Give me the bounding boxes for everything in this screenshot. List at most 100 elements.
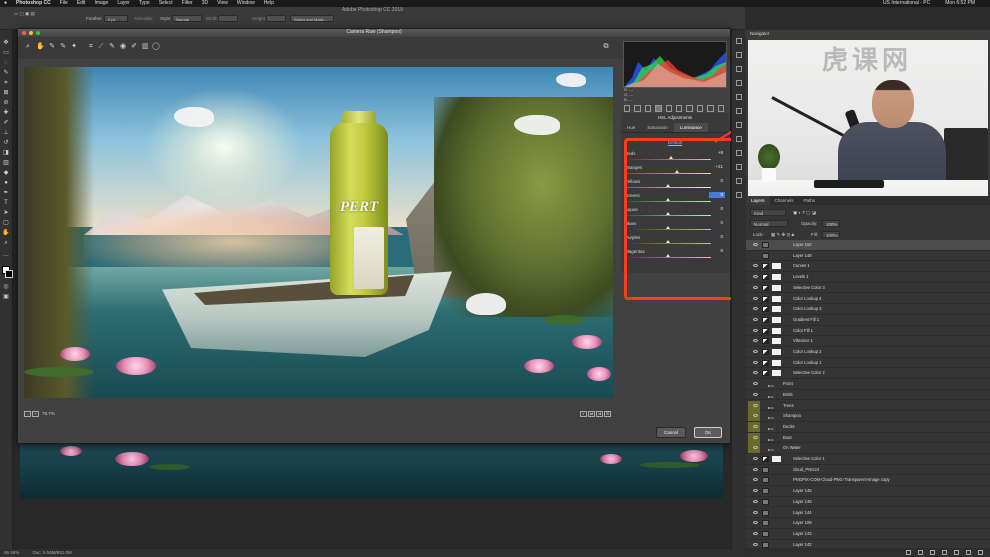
adjustments-icon[interactable] [736,80,742,86]
tab-paths[interactable]: Paths [799,196,821,205]
layer-row[interactable]: Color Lookup 2 [746,347,990,358]
calibration-icon[interactable] [696,105,704,112]
navigator-tab[interactable]: Navigator [746,30,990,38]
layer-row[interactable]: Selective Color 1 [746,454,990,465]
snapshots-icon[interactable] [717,105,725,112]
spot-removal-icon[interactable]: ✎ [109,43,115,50]
crop-icon[interactable]: ⌗ [2,80,10,86]
graduated-filter-icon[interactable]: ▥ [142,43,149,50]
tab-luminance[interactable]: Luminance [673,123,708,132]
layer-row[interactable]: Layer 150 [746,240,990,251]
zoom-out-button[interactable]: - [24,411,31,417]
eye-icon[interactable] [748,251,760,261]
layer-row[interactable]: ▸▭ Trees [746,400,990,412]
eye-icon[interactable] [748,336,760,346]
layer-row[interactable]: Curves 1 [746,261,990,273]
layer-row[interactable]: Layer 143 [746,529,990,540]
pen-icon[interactable]: ✒ [2,190,10,196]
adjustment-layer-icon[interactable] [942,550,947,555]
zoom-level-select[interactable]: 78.7% [42,409,55,419]
zoom-in-button[interactable]: + [32,411,39,417]
brush-icon[interactable]: ✐ [2,120,10,126]
eye-icon[interactable] [748,529,760,539]
tone-curve-icon[interactable] [634,105,641,112]
cancel-button[interactable]: Cancel [656,427,686,438]
zoom-window-button[interactable] [36,31,40,35]
tab-channels[interactable]: Channels [770,196,799,205]
path-select-icon[interactable]: ➤ [2,210,10,216]
actions-icon[interactable] [736,52,742,58]
layer-row[interactable]: Color Lookup 1 [746,358,990,369]
menu-3d[interactable]: 3D [202,0,208,7]
healing-icon[interactable]: ✚ [2,110,10,116]
eyedropper-icon[interactable]: ⊘ [2,100,10,106]
folder-icon[interactable]: ▸▭ [768,445,775,452]
white-balance-icon[interactable]: ✎ [49,43,55,50]
hsl-icon[interactable] [655,105,662,112]
select-and-mask-button[interactable]: Select and Mask... [290,15,334,22]
properties-icon[interactable] [736,66,742,72]
eye-icon[interactable] [748,454,760,464]
layer-filter-icons[interactable]: ▣ ◐ T ▢ ◪ [790,209,838,216]
toggle-preview-icon[interactable]: ☰ [604,411,611,417]
layer-row[interactable]: Layer 109 [746,518,990,529]
tab-hue[interactable]: Hue [621,123,641,132]
eye-icon[interactable] [748,315,760,325]
layer-row[interactable]: ▸▭ Birds [746,390,990,401]
tab-layers[interactable]: Layers [746,196,770,205]
layer-row[interactable]: Color Lookup 4 [746,294,990,305]
eye-icon[interactable] [748,304,760,314]
eye-icon[interactable] [748,486,760,496]
style-select[interactable]: Normal [172,15,202,22]
red-eye-icon[interactable]: ◉ [120,43,126,50]
status-zoom[interactable]: 66.66% [4,550,19,555]
menu-file[interactable]: File [60,0,68,7]
radial-filter-icon[interactable]: ◯ [152,43,160,50]
eye-icon[interactable] [748,465,760,475]
hand-tool-icon[interactable]: ✋ [36,43,45,50]
layer-row[interactable]: ▸▭ Front [746,379,990,390]
swatches-icon[interactable] [736,178,742,184]
eye-icon[interactable] [748,326,760,336]
eye-icon[interactable] [748,497,760,507]
blend-mode-select[interactable]: Normal [750,220,788,227]
fill-field[interactable]: 100% [822,231,840,238]
eye-icon[interactable] [748,261,760,271]
quick-select-icon[interactable]: ✎ [2,70,10,76]
menu-window[interactable]: Window [237,0,255,7]
feather-field[interactable]: 0 px [104,15,128,22]
paragraph-icon[interactable] [736,150,742,156]
trash-icon[interactable] [978,550,983,555]
menu-help[interactable]: Help [264,0,274,7]
width-field[interactable] [218,15,238,22]
eye-icon[interactable] [748,347,760,357]
targeted-adjust-icon[interactable]: ✦ [71,43,77,50]
brush-settings-icon[interactable] [736,94,742,100]
clone-source-icon[interactable] [736,122,742,128]
eraser-icon[interactable]: ◨ [2,150,10,156]
zoom-icon[interactable]: ⌕ [2,240,10,246]
hand-icon[interactable]: ✋ [2,230,10,236]
stamp-icon[interactable]: ⊥ [2,130,10,136]
tab-saturation[interactable]: Saturation [641,123,674,132]
add-mask-icon[interactable] [930,550,935,555]
blur-icon[interactable]: ◆ [2,170,10,176]
layer-row[interactable]: ▸▭ Shampoo [746,411,990,422]
layer-row[interactable]: Selective Color 2 [746,368,990,380]
more-tools-icon[interactable]: … [2,252,10,258]
eye-icon[interactable] [748,421,760,432]
lock-icons[interactable]: ▦ ✎ ✥ ⊡ 🔒︎ [768,231,804,238]
folder-icon[interactable]: ▸▭ [768,435,775,442]
input-source[interactable]: US International - PC [883,0,930,7]
eye-icon[interactable] [748,240,760,250]
ok-button[interactable]: OK [694,427,722,438]
eye-icon[interactable] [748,432,760,443]
split-toning-icon[interactable] [665,105,673,112]
menu-layer[interactable]: Layer [117,0,130,7]
open-preferences-icon[interactable]: ⧉ [603,43,609,50]
brushes-icon[interactable] [736,108,742,114]
quick-mask-icon[interactable]: ◎ [2,284,10,290]
layer-row[interactable]: Layer 146 [746,497,990,508]
layer-row[interactable]: Selective Color 3 [746,283,990,294]
adjustment-brush-icon[interactable]: ✐ [131,43,137,50]
